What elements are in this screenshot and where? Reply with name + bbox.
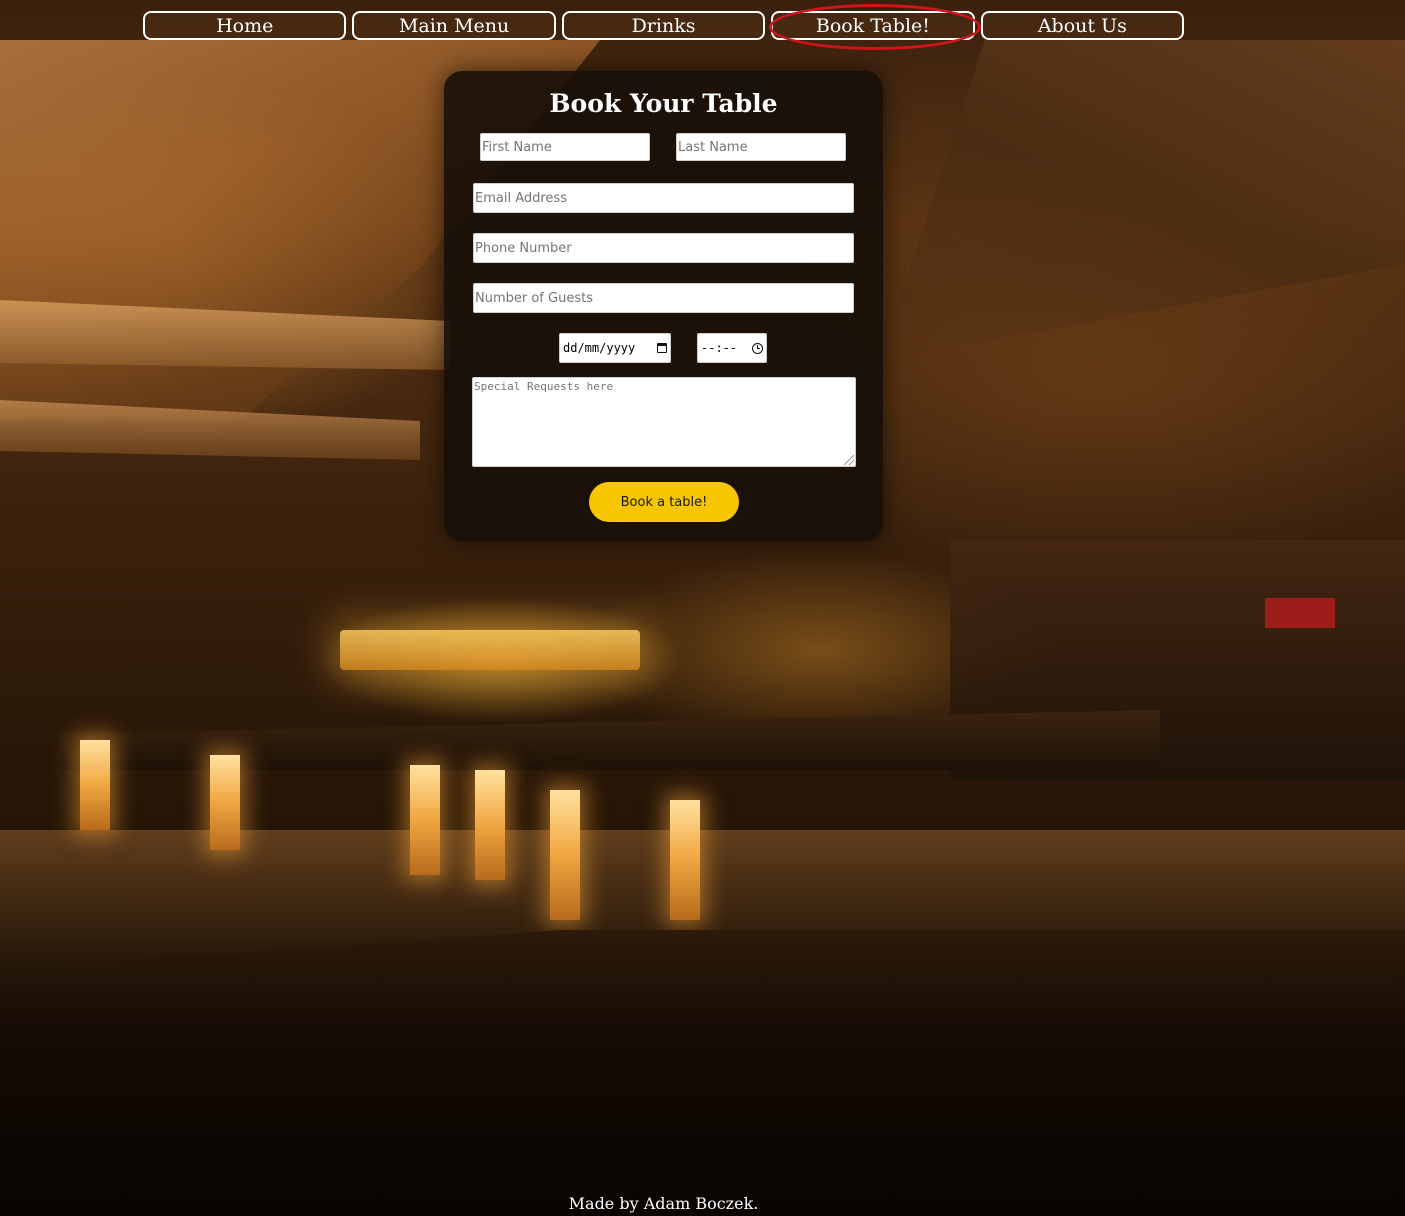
special-requests-textarea[interactable] (472, 377, 856, 467)
calendar-icon[interactable] (657, 343, 667, 353)
bg-light-pillar (475, 770, 505, 880)
booking-form-card: Book Your Table dd/mm/yyyy --:-- Book a … (444, 71, 883, 541)
main-navigation: Home Main Menu Drinks Book Table! About … (143, 4, 1185, 50)
bg-ceiling-right (880, 40, 1405, 360)
clock-icon[interactable] (752, 342, 763, 354)
last-name-input[interactable] (676, 133, 846, 161)
bg-light-pillar (210, 755, 240, 850)
email-input[interactable] (473, 183, 854, 213)
footer-credit: Made by Adam Boczek. (568, 1194, 759, 1213)
nav-drinks-link[interactable]: Drinks (561, 11, 766, 40)
bg-light-pillar (80, 740, 110, 830)
date-picker-input[interactable]: dd/mm/yyyy (559, 333, 671, 363)
nav-main-menu-label: Main Menu (398, 14, 510, 37)
nav-home-label: Home (216, 14, 274, 37)
date-value: dd/mm/yyyy (563, 341, 636, 355)
submit-label: Book a table! (620, 494, 708, 510)
first-name-input[interactable] (480, 133, 650, 161)
nav-drinks-label: Drinks (631, 14, 696, 37)
guests-input[interactable] (473, 283, 854, 313)
bg-light-pillar (670, 800, 700, 920)
bg-beam (0, 300, 450, 370)
booking-form-title: Book Your Table (549, 89, 778, 118)
nav-book-table-link[interactable]: Book Table! (769, 4, 982, 50)
bg-table-top (0, 930, 1405, 1216)
bg-light-pillar (550, 790, 580, 920)
phone-input[interactable] (473, 233, 854, 263)
time-value: --:-- (701, 341, 738, 355)
nav-main-menu-link[interactable]: Main Menu (352, 11, 556, 40)
nav-book-table-label: Book Table! (815, 14, 930, 37)
bg-light-pillar (410, 765, 440, 875)
book-table-submit-button[interactable]: Book a table! (589, 482, 739, 522)
nav-about-us-label: About Us (1037, 14, 1127, 37)
bg-red-sign (1265, 598, 1335, 628)
nav-home-link[interactable]: Home (143, 11, 347, 40)
bg-bar-shelf-light (340, 630, 640, 670)
nav-about-us-link[interactable]: About Us (980, 11, 1185, 40)
time-picker-input[interactable]: --:-- (697, 333, 767, 363)
